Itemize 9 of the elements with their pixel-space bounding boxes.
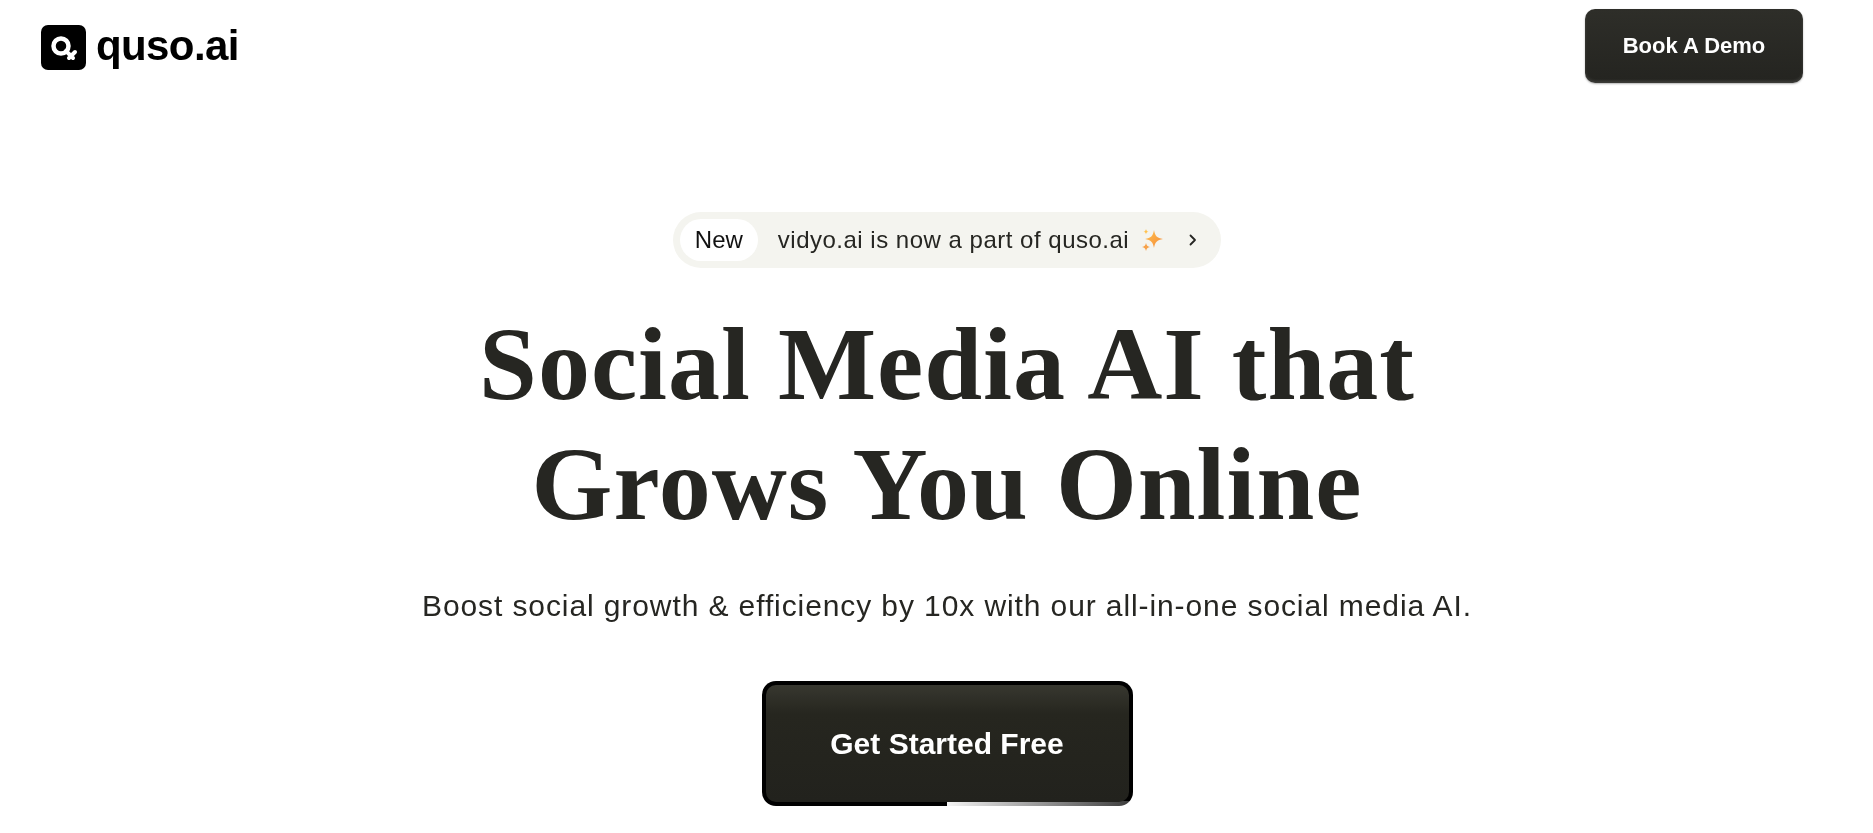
announcement-text: vidyo.ai is now a part of quso.ai bbox=[777, 226, 1130, 254]
chevron-right-icon bbox=[1189, 234, 1198, 246]
new-badge: New bbox=[679, 219, 758, 261]
announcement-banner[interactable]: New vidyo.ai is now a part of quso.ai bbox=[672, 212, 1222, 268]
book-demo-button[interactable]: Book A Demo bbox=[1585, 9, 1803, 83]
logo-icon bbox=[41, 25, 86, 70]
hero-subtitle: Boost social growth & efficiency by 10x with our all-in-one social media AI. bbox=[422, 588, 1472, 624]
hero-heading: Social Media AI that Grows You Online bbox=[479, 305, 1415, 543]
logo-wordmark[interactable]: quso.ai bbox=[96, 23, 239, 72]
